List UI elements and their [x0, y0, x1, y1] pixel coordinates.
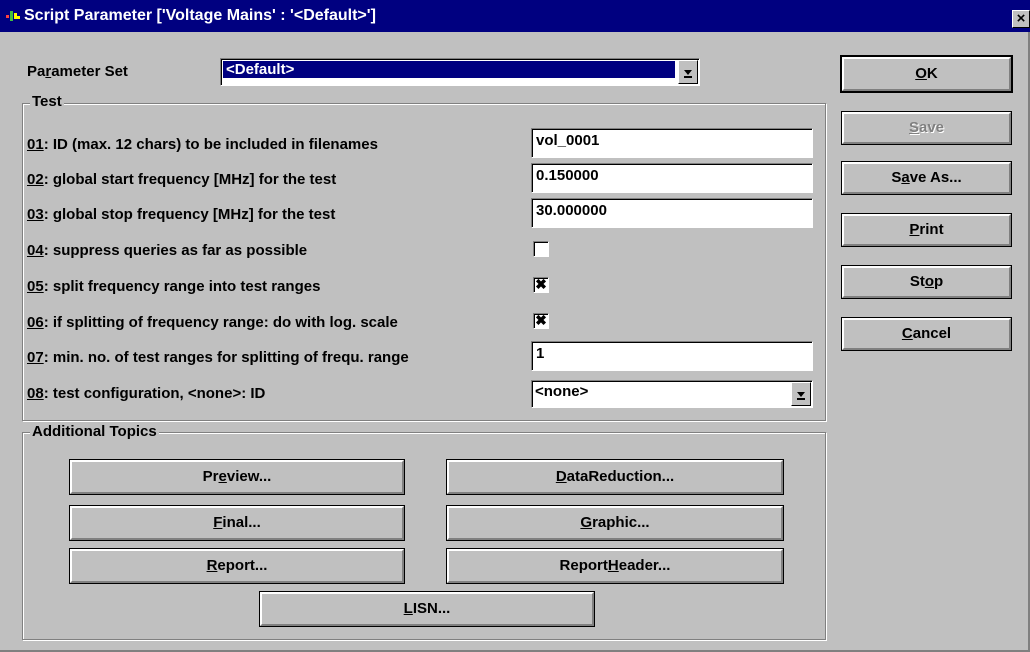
param-label-08: 08: test configuration, <none>: ID [27, 384, 265, 404]
additional-topics-title: Additional Topics [30, 423, 159, 441]
save-as-button[interactable]: Save As... [841, 161, 1012, 195]
lisn-button[interactable]: LISN... [259, 591, 595, 627]
chevron-down-icon[interactable] [791, 382, 811, 406]
param-number: 01 [27, 136, 44, 153]
cancel-button[interactable]: Cancel [841, 317, 1012, 351]
param-combo-08[interactable]: <none> [531, 380, 813, 408]
param-checkbox-04[interactable] [533, 241, 549, 257]
param-checkbox-05[interactable]: ✖ [533, 277, 549, 293]
param-input-03[interactable]: 30.000000 [531, 198, 813, 228]
print-button[interactable]: Print [841, 213, 1012, 247]
param-label-05: 05: split frequency range into test rang… [27, 277, 320, 297]
parameter-set-label: Parameter Set [27, 63, 128, 80]
ok-button[interactable]: OK [840, 55, 1013, 93]
param-text: : split frequency range into test ranges [43, 278, 321, 295]
dialog-window: Script Parameter ['Voltage Mains' : '<De… [0, 0, 1030, 652]
param-label-02: 02: global start frequency [MHz] for the… [27, 170, 336, 190]
parameter-set-value: <Default> [223, 61, 675, 78]
param-number: 02 [27, 171, 44, 188]
report-button[interactable]: Report... [69, 548, 405, 584]
param-text: : if splitting of frequency range: do wi… [43, 314, 398, 331]
param-text: : global start frequency [MHz] for the t… [43, 171, 337, 188]
save-button[interactable]: Save [841, 111, 1012, 145]
app-icon [6, 11, 20, 21]
graphic-button[interactable]: Graphic... [446, 505, 784, 541]
window-title: Script Parameter ['Voltage Mains' : '<De… [24, 7, 376, 24]
close-button[interactable]: × [1012, 10, 1030, 28]
title-bar[interactable]: Script Parameter ['Voltage Mains' : '<De… [0, 0, 1030, 32]
chevron-down-icon[interactable] [678, 60, 698, 84]
test-group-title: Test [30, 93, 64, 111]
param-text: : test configuration, <none>: ID [43, 385, 266, 402]
param-text: : global stop frequency [MHz] for the te… [43, 206, 336, 223]
preview-button[interactable]: Preview... [69, 459, 405, 495]
report-header-button[interactable]: ReportHeader... [446, 548, 784, 584]
data-reduction-button[interactable]: DataReduction... [446, 459, 784, 495]
param-input-01[interactable]: vol_0001 [531, 128, 813, 158]
param-label-03: 03: global stop frequency [MHz] for the … [27, 205, 335, 225]
parameter-set-combo[interactable]: <Default> [220, 58, 700, 86]
param-checkbox-06[interactable]: ✖ [533, 313, 549, 329]
param-text: : suppress queries as far as possible [43, 242, 308, 259]
param-combo-value: <none> [535, 383, 589, 400]
param-number: 06 [27, 314, 44, 331]
param-number: 04 [27, 242, 44, 259]
param-number: 05 [27, 278, 44, 295]
param-label-06: 06: if splitting of frequency range: do … [27, 313, 398, 333]
param-text: : min. no. of test ranges for splitting … [43, 349, 409, 366]
param-label-07: 07: min. no. of test ranges for splittin… [27, 348, 409, 368]
param-input-07[interactable]: 1 [531, 341, 813, 371]
param-label-04: 04: suppress queries as far as possible [27, 241, 307, 261]
param-number: 07 [27, 349, 44, 366]
param-text: : ID (max. 12 chars) to be included in f… [43, 136, 378, 153]
close-icon: × [1016, 10, 1026, 27]
param-number: 08 [27, 385, 44, 402]
stop-button[interactable]: Stop [841, 265, 1012, 299]
param-label-01: 01: ID (max. 12 chars) to be included in… [27, 135, 378, 155]
final-button[interactable]: Final... [69, 505, 405, 541]
param-number: 03 [27, 206, 44, 223]
param-input-02[interactable]: 0.150000 [531, 163, 813, 193]
